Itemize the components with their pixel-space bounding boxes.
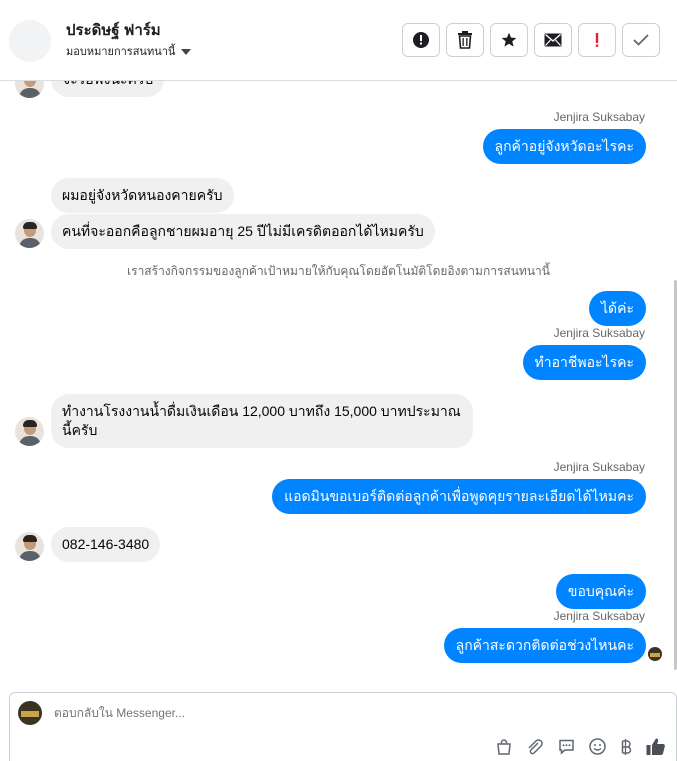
star-icon xyxy=(501,32,517,47)
assign-conversation-dropdown[interactable]: มอบหมายการสนทนานี้ xyxy=(66,42,192,60)
sender-name: Jenjira Suksabay xyxy=(553,609,645,623)
outgoing-message[interactable]: ลูกค้าอยู่จังหวัดอะไรคะ xyxy=(482,129,646,164)
reply-input[interactable] xyxy=(54,706,554,720)
thumbs-up-icon[interactable] xyxy=(646,737,666,756)
outgoing-message[interactable]: ลูกค้าสะดวกติดต่อช่วงไหนคะ xyxy=(443,628,646,663)
mark-done-button[interactable] xyxy=(622,23,660,57)
outgoing-message[interactable]: ได้ค่ะ xyxy=(588,291,646,326)
system-notice: เราสร้างกิจกรรมของลูกค้าเป้าหมายให้กับคุ… xyxy=(127,264,550,278)
emoji-icon[interactable] xyxy=(589,738,606,755)
sender-name: Jenjira Suksabay xyxy=(553,110,645,124)
customer-avatar[interactable] xyxy=(15,81,44,98)
incoming-message[interactable]: 082-146-3480 xyxy=(51,527,161,562)
composer-toolbar xyxy=(496,737,666,756)
outgoing-message[interactable]: ทำอาชีพอะไรคะ xyxy=(522,345,646,380)
mark-unread-button[interactable] xyxy=(534,23,572,57)
customer-avatar[interactable] xyxy=(15,417,44,446)
bag-icon[interactable] xyxy=(496,738,512,755)
star-button[interactable] xyxy=(490,23,528,57)
caret-down-icon xyxy=(181,48,192,55)
exclamation-icon xyxy=(595,33,599,47)
conversation-header: ประดิษฐ์ ฟาร์ม มอบหมายการสนทนานี้ xyxy=(0,0,677,81)
messenger-inbox-window: ประดิษฐ์ ฟาร์ม มอบหมายการสนทนานี้ Jenjir… xyxy=(0,0,677,761)
check-icon xyxy=(633,34,649,46)
mail-icon xyxy=(544,33,562,47)
customer-avatar[interactable] xyxy=(15,219,44,248)
mark-spam-button[interactable] xyxy=(402,23,440,57)
outgoing-message[interactable]: ขอบคุณค่ะ xyxy=(555,574,646,609)
message-thread[interactable]: จะรอฟังนะครับ Jenjira Suksabay ลูกค้าอยู… xyxy=(0,81,677,669)
delete-button[interactable] xyxy=(446,23,484,57)
page-avatar-small xyxy=(18,701,42,725)
outgoing-message[interactable]: แอดมินขอเบอร์ติดต่อลูกค้าเพื่อพูดคุยรายล… xyxy=(272,479,646,514)
paperclip-icon[interactable] xyxy=(526,738,544,755)
baht-icon[interactable] xyxy=(620,738,632,756)
customer-avatar[interactable] xyxy=(15,532,44,561)
seen-avatar-icon xyxy=(648,647,662,661)
trash-icon xyxy=(458,31,472,49)
follow-up-button[interactable] xyxy=(578,23,616,57)
sender-name: Jenjira Suksabay xyxy=(553,460,645,474)
incoming-message[interactable]: จะรอฟังนะครับ xyxy=(51,81,165,97)
page-avatar[interactable] xyxy=(9,20,51,62)
incoming-message[interactable]: ทำงานโรงงานน้ำดื่มเงินเดือน 12,000 บาทถึ… xyxy=(51,394,473,448)
incoming-message[interactable]: คนที่จะออกคือลูกชายผมอายุ 25 ปีไม่มีเครด… xyxy=(51,214,435,249)
alert-circle-icon xyxy=(413,32,429,48)
assign-label: มอบหมายการสนทนานี้ xyxy=(66,46,176,58)
chat-bubble-icon[interactable] xyxy=(558,739,575,755)
page-name[interactable]: ประดิษฐ์ ฟาร์ม xyxy=(66,18,161,42)
conversation-toolbar xyxy=(402,23,660,57)
sender-name: Jenjira Suksabay xyxy=(553,326,645,340)
reply-composer xyxy=(9,692,677,761)
incoming-message[interactable]: ผมอยู่จังหวัดหนองคายครับ xyxy=(51,178,234,213)
